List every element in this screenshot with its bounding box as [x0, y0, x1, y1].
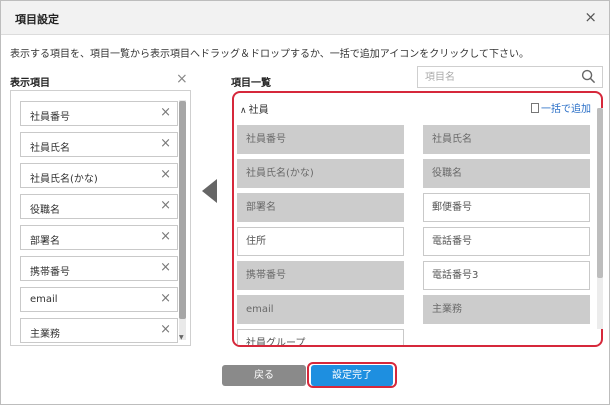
close-icon[interactable]: ×	[584, 8, 597, 26]
bulk-add-link[interactable]: 一括で追加	[531, 100, 591, 115]
catalog-field[interactable]: email	[237, 295, 404, 324]
bulk-add-label: 一括で追加	[541, 104, 591, 115]
catalog-field[interactable]: 社員氏名	[423, 125, 590, 154]
group-header[interactable]: ∧ 社員	[240, 101, 269, 116]
catalog-field[interactable]: 電話番号3	[423, 261, 590, 290]
catalog-field[interactable]: 役職名	[423, 159, 590, 188]
move-left-arrow-icon[interactable]	[202, 179, 217, 203]
selected-item-label: 部署名	[30, 236, 60, 247]
catalog-scrollbar-thumb[interactable]	[597, 108, 603, 278]
selected-item-label: 社員番号	[30, 112, 70, 123]
search-icon[interactable]	[581, 69, 596, 84]
selected-item-label: 社員氏名	[30, 143, 70, 154]
selected-item-label: 社員氏名(かな)	[30, 174, 98, 185]
item-settings-dialog: 項目設定 × 表示する項目を、項目一覧から表示項目へドラッグ＆ドロップするか、一…	[0, 0, 610, 405]
catalog-field[interactable]: 携帯番号	[237, 261, 404, 290]
selected-item[interactable]: 携帯番号 ×	[20, 256, 178, 281]
catalog-field[interactable]: 社員グループ	[237, 329, 404, 345]
selected-items-title: 表示項目	[10, 78, 50, 89]
selected-item[interactable]: 部署名 ×	[20, 225, 178, 250]
remove-item-icon[interactable]: ×	[160, 322, 171, 337]
search-box	[417, 66, 603, 88]
back-button[interactable]: 戻る	[222, 365, 306, 386]
selected-item-label: 携帯番号	[30, 267, 70, 278]
selected-item[interactable]: 役職名 ×	[20, 194, 178, 219]
selected-item-label: 役職名	[30, 205, 60, 216]
selected-item-label: 主業務	[30, 329, 60, 340]
group-name: 社員	[248, 105, 269, 116]
selected-item[interactable]: 社員番号 ×	[20, 101, 178, 126]
catalog-panel: ∧ 社員 一括で追加 社員番号 社員氏名 社員氏名(かな) 役職名 部署名 郵便番号 住所 電話…	[232, 91, 603, 347]
remove-item-icon[interactable]: ×	[160, 136, 171, 151]
dialog-title: 項目設定	[15, 13, 59, 26]
selected-item[interactable]: 主業務 ×	[20, 318, 178, 343]
catalog-field[interactable]: 社員氏名(かな)	[237, 159, 404, 188]
dialog-titlebar: 項目設定 ×	[1, 1, 609, 35]
instruction-text: 表示する項目を、項目一覧から表示項目へドラッグ＆ドロップするか、一括で追加アイコ…	[10, 49, 529, 60]
catalog-field[interactable]: 電話番号	[423, 227, 590, 256]
selected-item[interactable]: 社員氏名(かな) ×	[20, 163, 178, 188]
catalog-field[interactable]: 部署名	[237, 193, 404, 222]
remove-item-icon[interactable]: ×	[160, 167, 171, 182]
clear-all-icon[interactable]: ×	[176, 71, 188, 87]
done-button[interactable]: 設定完了	[311, 365, 393, 386]
catalog-field[interactable]: 郵便番号	[423, 193, 590, 222]
remove-item-icon[interactable]: ×	[160, 291, 171, 306]
catalog-field[interactable]: 社員番号	[237, 125, 404, 154]
remove-item-icon[interactable]: ×	[160, 260, 171, 275]
chevron-up-icon: ∧	[240, 106, 247, 116]
catalog-field[interactable]: 住所	[237, 227, 404, 256]
scroll-down-icon[interactable]: ▼	[179, 334, 184, 341]
search-input[interactable]	[419, 68, 579, 86]
selected-item-label: email	[30, 294, 58, 305]
catalog-field[interactable]: 主業務	[423, 295, 590, 324]
selected-item[interactable]: 社員氏名 ×	[20, 132, 178, 157]
remove-item-icon[interactable]: ×	[160, 229, 171, 244]
document-icon	[531, 103, 539, 113]
selected-scrollbar-thumb[interactable]	[179, 101, 186, 319]
selected-items-panel: 社員番号 × 社員氏名 × 社員氏名(かな) × 役職名 × 部署名 × 携帯番号 × email × 主業…	[10, 90, 191, 346]
remove-item-icon[interactable]: ×	[160, 198, 171, 213]
remove-item-icon[interactable]: ×	[160, 105, 171, 120]
selected-item[interactable]: email ×	[20, 287, 178, 312]
catalog-title: 項目一覧	[231, 78, 271, 89]
